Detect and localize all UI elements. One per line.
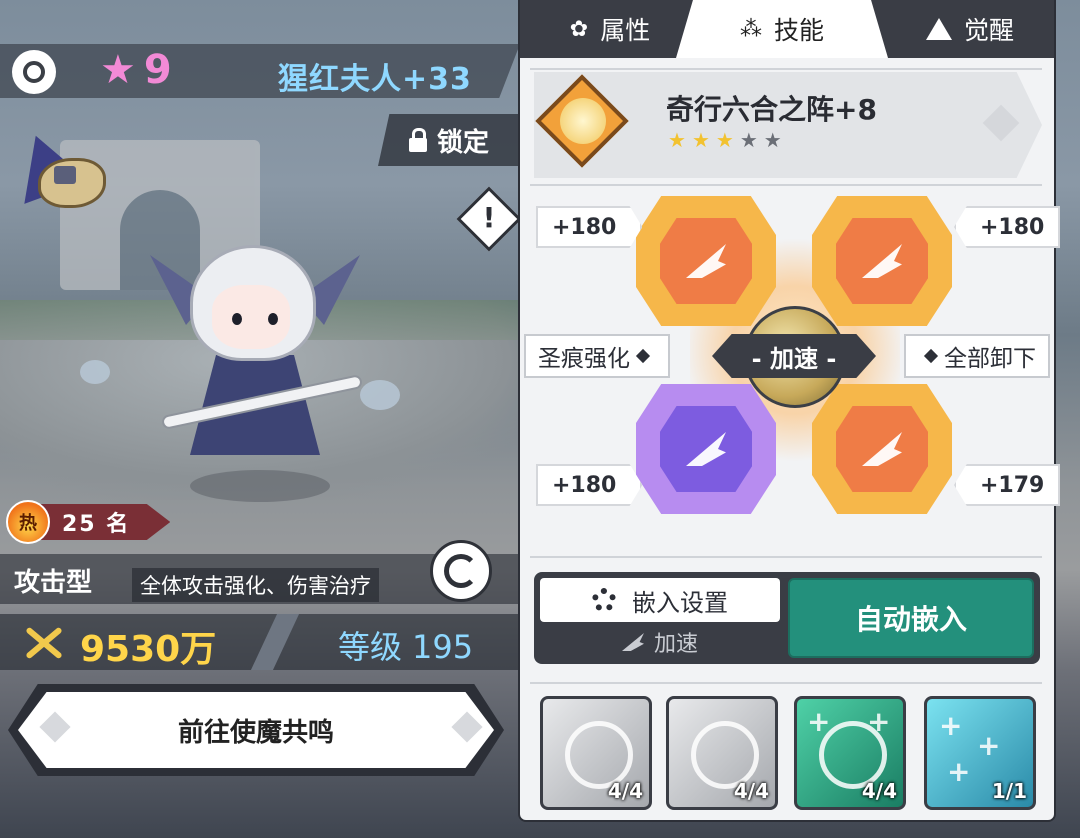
hero-character-sprite bbox=[150, 235, 364, 475]
bonus-top-left: +180 bbox=[536, 206, 643, 248]
star-icon: ★ bbox=[100, 47, 136, 93]
plus-icon: + bbox=[939, 709, 963, 742]
stigma-enhance-button[interactable]: 圣痕强化 bbox=[524, 334, 670, 378]
plus-icon: + bbox=[977, 729, 1001, 762]
flower-decoration bbox=[360, 380, 400, 410]
auto-embed-button[interactable]: 自动嵌入 bbox=[788, 578, 1034, 658]
bonus-top-right: +180 bbox=[954, 206, 1061, 248]
rune-set-slot[interactable]: + + + 1/1 bbox=[924, 696, 1036, 810]
embed-settings-label: 嵌入设置 bbox=[632, 588, 728, 617]
rune-slot-bottom-left[interactable] bbox=[636, 384, 776, 514]
divider bbox=[530, 682, 1042, 684]
embed-settings-button[interactable]: 嵌入设置 bbox=[540, 578, 780, 622]
locked-hat-badge[interactable] bbox=[3, 124, 106, 208]
tab-awaken[interactable]: 觉醒 bbox=[900, 0, 1040, 58]
hero-name: 猩红夫人+33 bbox=[278, 62, 472, 97]
crossed-swords-icon bbox=[22, 622, 66, 662]
hero-type: 攻击型 bbox=[14, 568, 93, 598]
star-level: 9 bbox=[143, 47, 172, 93]
heat-icon: 热 bbox=[6, 500, 50, 544]
star-icon: ★ bbox=[715, 128, 734, 152]
divider bbox=[530, 556, 1042, 558]
tab-label: 属性 bbox=[600, 16, 651, 45]
attribute-icon: ✿ bbox=[569, 16, 589, 42]
slot-count: 4/4 bbox=[861, 779, 897, 803]
swap-hero-button[interactable] bbox=[430, 540, 492, 602]
rune-set-slot[interactable]: + + 4/4 bbox=[794, 696, 906, 810]
tab-attributes[interactable]: ✿ 属性 bbox=[540, 0, 680, 58]
lock-button[interactable]: 锁定 bbox=[378, 114, 520, 166]
embed-preset: 加速 bbox=[540, 624, 780, 660]
hero-level: 等级 195 bbox=[338, 622, 473, 668]
flower-decoration bbox=[80, 360, 110, 384]
diamond-icon bbox=[923, 348, 939, 364]
hero-description: 全体攻击强化、伤害治疗 bbox=[132, 568, 379, 602]
gear-icon bbox=[592, 588, 616, 612]
heat-rank-label: 25 名 bbox=[40, 504, 171, 540]
skill-stars: ★ ★ ★ ★ ★ bbox=[668, 130, 782, 150]
rune-slot-bottom-right[interactable] bbox=[812, 384, 952, 514]
stigma-enhance-label: 圣痕强化 bbox=[538, 346, 630, 372]
skill-emblem-core bbox=[560, 98, 606, 144]
eye bbox=[232, 313, 242, 325]
diamond-icon bbox=[635, 348, 651, 364]
tab-label: 技能 bbox=[773, 16, 824, 45]
divider bbox=[530, 184, 1042, 186]
unequip-all-button[interactable]: 全部卸下 bbox=[904, 334, 1050, 378]
plus-icon: + bbox=[867, 705, 891, 738]
slot-count: 1/1 bbox=[991, 779, 1027, 803]
unequip-all-label: 全部卸下 bbox=[944, 346, 1036, 372]
awaken-icon bbox=[925, 18, 952, 40]
lock-label: 锁定 bbox=[436, 127, 489, 158]
lock-icon bbox=[408, 128, 427, 152]
hero-star-rating: ★ 9 bbox=[100, 50, 172, 90]
tab-label: 觉醒 bbox=[963, 16, 1014, 45]
eye bbox=[268, 313, 278, 325]
plus-icon: + bbox=[807, 705, 831, 738]
rune-set-slot[interactable]: 4/4 bbox=[666, 696, 778, 810]
embed-preset-label: 加速 bbox=[653, 632, 698, 657]
sun-element-icon[interactable] bbox=[12, 50, 56, 94]
star-icon: ★ bbox=[668, 128, 686, 152]
star-empty-icon: ★ bbox=[763, 128, 782, 152]
refresh-icon bbox=[444, 554, 478, 588]
combat-power: 9530万 bbox=[80, 629, 217, 670]
face bbox=[212, 285, 290, 349]
skill-icon: ⁂ bbox=[739, 16, 762, 42]
divider bbox=[530, 68, 1042, 70]
skill-name: 奇行六合之阵+8 bbox=[666, 93, 877, 126]
rune-set-slot[interactable]: 4/4 bbox=[540, 696, 652, 810]
popularity-rank: 热 25 名 bbox=[6, 500, 171, 544]
slot-count: 4/4 bbox=[607, 779, 643, 803]
plus-icon: + bbox=[947, 755, 971, 788]
level-value: 195 bbox=[412, 628, 474, 666]
star-icon: ★ bbox=[691, 128, 710, 152]
bonus-bottom-left: +180 bbox=[536, 464, 643, 506]
tab-skills[interactable]: ⁂ 技能 bbox=[676, 0, 888, 58]
rune-set-label: - 加速 - bbox=[712, 334, 876, 378]
go-resonance-button[interactable]: 前往使魔共鸣 bbox=[18, 692, 494, 768]
alert-glyph: ! bbox=[482, 200, 496, 234]
rune-slot-top-left[interactable] bbox=[636, 196, 776, 326]
bonus-bottom-right: +179 bbox=[954, 464, 1061, 506]
speed-feather-icon bbox=[621, 633, 644, 651]
rune-slot-top-right[interactable] bbox=[812, 196, 952, 326]
star-empty-icon: ★ bbox=[739, 128, 758, 152]
level-label: 等级 bbox=[338, 628, 403, 666]
slot-count: 4/4 bbox=[733, 779, 769, 803]
